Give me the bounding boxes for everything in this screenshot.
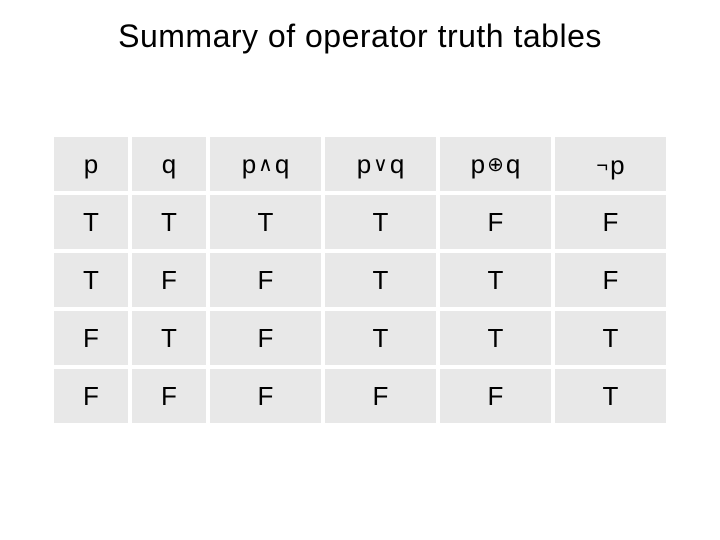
truth-table-body: T T T T F F T F F T T F F T — [54, 195, 666, 423]
truth-table: p q p ∧ q p ∨ — [50, 133, 670, 427]
header-var-q: q — [506, 149, 520, 180]
truth-table-container: p q p ∧ q p ∨ — [50, 133, 670, 427]
col-header-xor: p ⊕ q — [440, 137, 551, 191]
col-header-and: p ∧ q — [210, 137, 321, 191]
header-var-p: p — [242, 149, 256, 180]
cell: T — [440, 311, 551, 365]
cell: T — [210, 195, 321, 249]
cell: F — [132, 253, 206, 307]
table-row: F T F T T T — [54, 311, 666, 365]
header-var-q: q — [390, 149, 404, 180]
header-var-p: p — [471, 149, 485, 180]
cell: T — [132, 311, 206, 365]
cell: T — [325, 253, 436, 307]
header-var-q: q — [275, 149, 289, 180]
col-header-not: ¬ p — [555, 137, 666, 191]
header-text: p — [84, 149, 98, 179]
col-header-q: q — [132, 137, 206, 191]
cell: T — [325, 195, 436, 249]
cell: F — [555, 195, 666, 249]
cell: T — [54, 253, 128, 307]
and-op-icon: ∧ — [258, 155, 273, 175]
col-header-or: p ∨ q — [325, 137, 436, 191]
cell: T — [132, 195, 206, 249]
or-op-icon: ∨ — [373, 155, 388, 175]
page-title: Summary of operator truth tables — [0, 18, 720, 55]
cell: F — [555, 253, 666, 307]
table-row: F F F F F T — [54, 369, 666, 423]
cell: F — [132, 369, 206, 423]
cell: T — [54, 195, 128, 249]
not-op-icon: ¬ — [596, 156, 608, 176]
table-row: T T T T F F — [54, 195, 666, 249]
cell: T — [440, 253, 551, 307]
cell: F — [440, 369, 551, 423]
header-var-p: p — [357, 149, 371, 180]
cell: F — [54, 311, 128, 365]
cell: F — [210, 369, 321, 423]
cell: F — [325, 369, 436, 423]
table-row: T F F T T F — [54, 253, 666, 307]
cell: T — [555, 369, 666, 423]
slide: Summary of operator truth tables p q — [0, 0, 720, 540]
cell: F — [210, 311, 321, 365]
header-text: q — [162, 149, 176, 179]
xor-op-icon: ⊕ — [487, 155, 504, 175]
cell: T — [555, 311, 666, 365]
cell: T — [325, 311, 436, 365]
header-var-p: p — [610, 150, 624, 181]
cell: F — [440, 195, 551, 249]
col-header-p: p — [54, 137, 128, 191]
cell: F — [54, 369, 128, 423]
cell: F — [210, 253, 321, 307]
table-header-row: p q p ∧ q p ∨ — [54, 137, 666, 191]
